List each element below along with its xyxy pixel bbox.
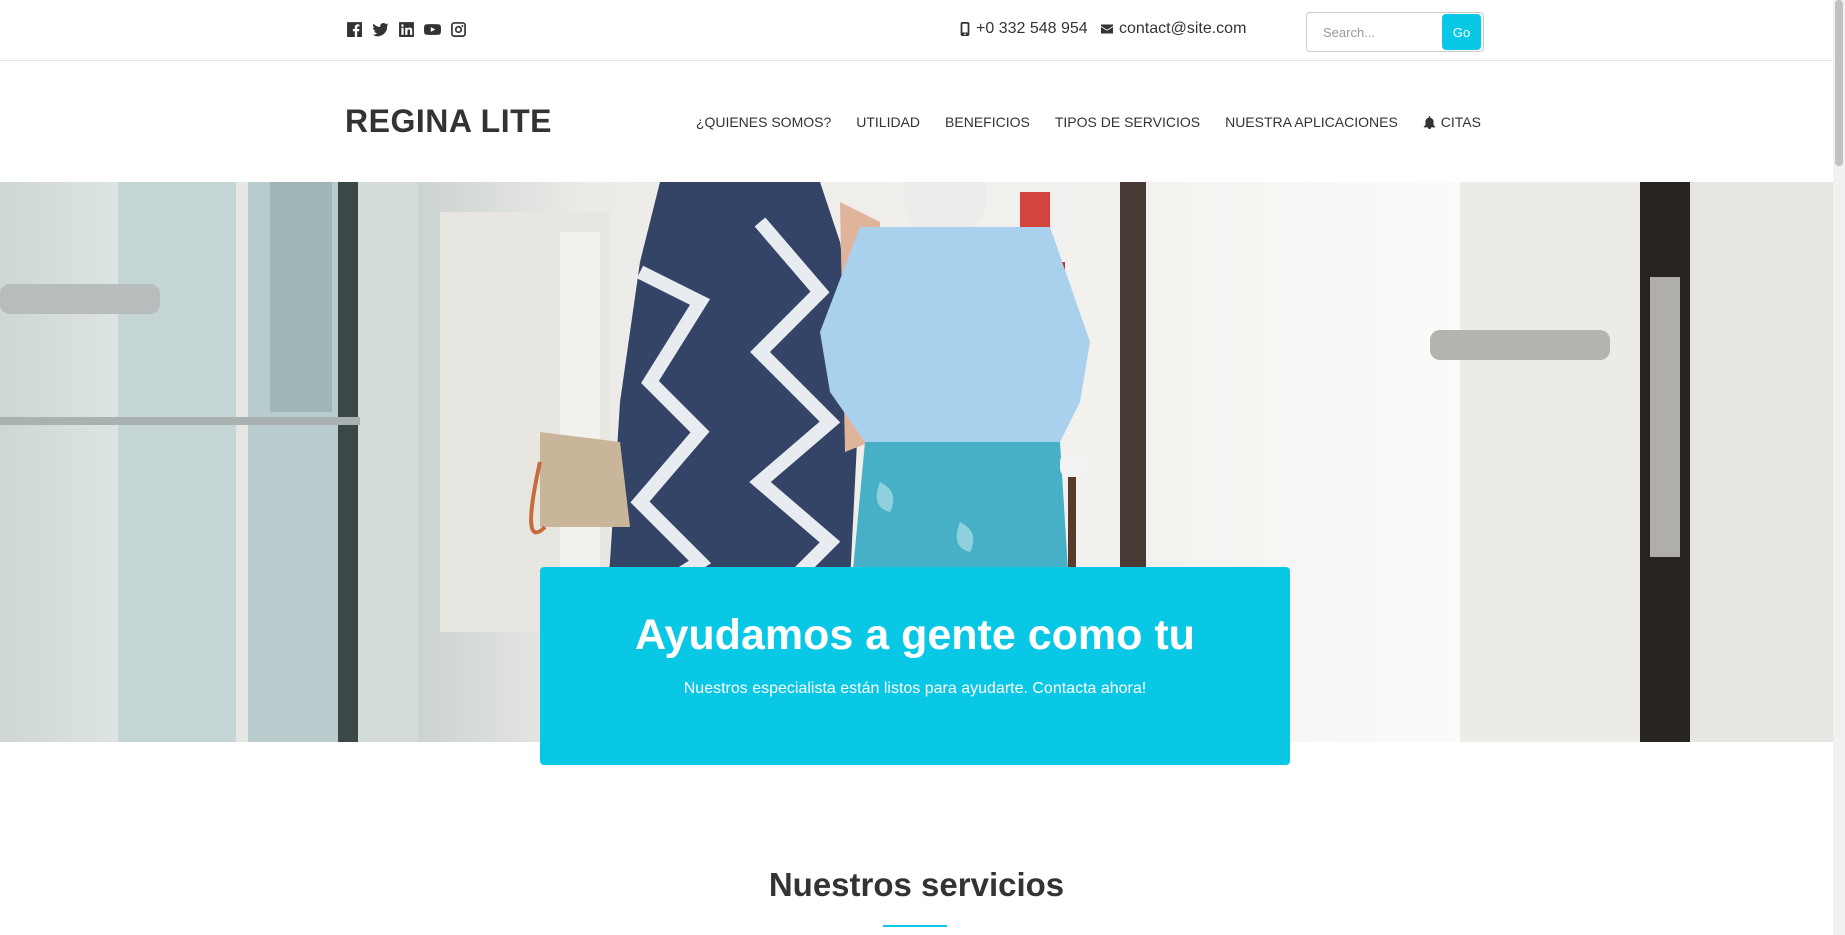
nav-item-tipos-de-servicios[interactable]: TIPOS DE SERVICIOS xyxy=(1055,114,1200,130)
facebook-icon[interactable] xyxy=(345,20,363,38)
nav-item-beneficios[interactable]: BENEFICIOS xyxy=(945,114,1030,130)
page-scrollbar[interactable] xyxy=(1833,0,1845,935)
hero-callout: Ayudamos a gente como tu Nuestros especi… xyxy=(540,567,1290,765)
title-underline xyxy=(883,925,947,927)
nav-item-label: ¿QUIENES SOMOS? xyxy=(695,114,832,130)
site-header: REGINA LITE ¿QUIENES SOMOS? UTILIDAD BEN… xyxy=(0,61,1833,182)
main-nav: ¿QUIENES SOMOS? UTILIDAD BENEFICIOS TIPO… xyxy=(696,114,1481,130)
email-address[interactable]: contact@site.com xyxy=(1119,20,1246,38)
search-form: Go xyxy=(1306,12,1484,52)
twitter-icon[interactable] xyxy=(371,20,389,38)
social-links xyxy=(345,20,467,38)
nav-item-citas[interactable]: CITAS xyxy=(1423,114,1481,130)
contact-phone: +0 332 548 954 xyxy=(960,20,1088,38)
contact-email[interactable]: contact@site.com xyxy=(1101,20,1246,38)
youtube-icon[interactable] xyxy=(423,20,441,38)
nav-item-utilidad[interactable]: UTILIDAD xyxy=(856,114,920,130)
site-logo[interactable]: REGINA LITE xyxy=(345,103,552,140)
phone-number: +0 332 548 954 xyxy=(976,20,1088,37)
nav-item-nuestra-aplicaciones[interactable]: NUESTRA APLICACIONES xyxy=(1225,114,1398,130)
services-title: Nuestros servicios xyxy=(768,866,1065,903)
mobile-phone-icon xyxy=(960,22,970,36)
envelope-icon xyxy=(1101,24,1113,34)
nav-item-label: TIPOS DE SERVICIOS xyxy=(1054,114,1201,130)
nav-item-label: CITAS xyxy=(1440,114,1481,130)
nav-item-label: NUESTRA APLICACIONES xyxy=(1225,114,1398,130)
nav-item-label: BENEFICIOS xyxy=(945,114,1030,130)
linkedin-icon[interactable] xyxy=(397,20,415,38)
hero-subtitle: Nuestros especialista están listos para … xyxy=(683,680,1147,697)
hero-title: Ayudamos a gente como tu xyxy=(635,611,1195,659)
top-bar: +0 332 548 954 contact@site.com Go xyxy=(0,0,1833,61)
instagram-icon[interactable] xyxy=(449,20,467,38)
bell-icon xyxy=(1423,115,1435,129)
scrollbar-thumb[interactable] xyxy=(1835,0,1843,166)
search-go-button[interactable]: Go xyxy=(1442,14,1481,50)
nav-item-label: UTILIDAD xyxy=(856,114,921,130)
search-input[interactable] xyxy=(1309,15,1442,49)
nav-item-quienes-somos[interactable]: ¿QUIENES SOMOS? xyxy=(696,114,831,130)
